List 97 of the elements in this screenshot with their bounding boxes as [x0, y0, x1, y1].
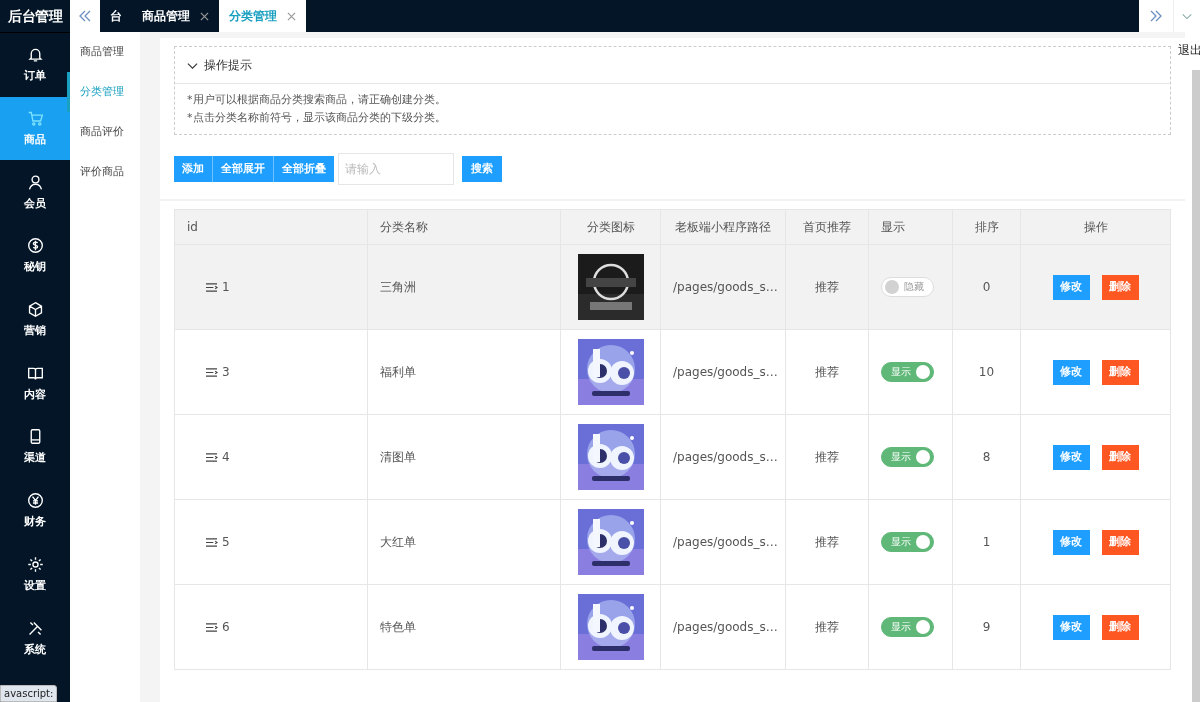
dollar-icon: [26, 237, 44, 255]
tip-text: *点击分类名称前符号，显示该商品分类的下级分类。: [187, 110, 447, 126]
delete-button[interactable]: 删除: [1101, 529, 1139, 555]
display-toggle[interactable]: 显示: [881, 447, 934, 467]
nav-item[interactable]: 商品: [0, 96, 70, 161]
double-chevron-left-icon: [78, 9, 92, 23]
edit-button[interactable]: 修改: [1052, 359, 1090, 385]
submenu-item[interactable]: 商品管理: [67, 32, 140, 72]
display-toggle[interactable]: 隐藏: [881, 277, 934, 297]
table-cell: 1: [982, 535, 991, 549]
table-cell: 福利单: [380, 364, 416, 379]
table-cell: 大红单: [380, 534, 416, 549]
close-icon[interactable]: [200, 11, 209, 21]
table-cell: 推荐: [815, 364, 839, 379]
column-header: id: [174, 209, 368, 245]
display-toggle[interactable]: 显示: [881, 617, 934, 637]
tree-toggle-icon[interactable]: [205, 621, 218, 633]
table-row[interactable]: 1 三角洲 /pages/goods_s… 推荐 隐藏 0 修改 删除: [174, 244, 1171, 330]
scroll-left-button[interactable]: [70, 0, 100, 32]
table-cell: /pages/goods_s…: [673, 450, 778, 464]
nav-item[interactable]: 会员: [0, 160, 70, 225]
tree-toggle-icon[interactable]: [205, 281, 218, 293]
table-cell: 5: [222, 535, 230, 549]
nav-item[interactable]: 秘钥: [0, 224, 70, 288]
table-cell: 清图单: [380, 449, 416, 464]
table-cell: 三角洲: [380, 279, 416, 294]
display-toggle[interactable]: 显示: [881, 532, 934, 552]
search-button[interactable]: 搜索: [462, 156, 502, 182]
table-cell: /pages/goods_s…: [673, 535, 778, 549]
tree-toggle-icon[interactable]: [205, 451, 218, 463]
tip-text: *用户可以根据商品分类搜索商品，请正确创建分类。: [187, 92, 447, 108]
column-header: 排序: [952, 209, 1021, 245]
table-cell: 推荐: [815, 534, 839, 549]
cube-icon: [26, 301, 44, 319]
table-cell: 9: [982, 620, 991, 634]
table-row[interactable]: 6 特色单 /pages/goods_s… 推荐 显示 9 修改 删除: [174, 584, 1171, 670]
delete-button[interactable]: 删除: [1101, 444, 1139, 470]
column-header: 显示: [868, 209, 953, 245]
toolbar-button[interactable]: 全部展开: [213, 156, 274, 182]
table-row[interactable]: 4 清图单 /pages/goods_s… 推荐 显示 8 修改 删除: [174, 414, 1171, 500]
nav-item[interactable]: 订单: [0, 33, 70, 97]
column-header: 分类名称: [367, 209, 561, 245]
nav-item[interactable]: 设置: [0, 542, 70, 607]
logout-link[interactable]: 退出: [1178, 42, 1200, 59]
column-header: 老板端小程序路径: [660, 209, 786, 245]
column-header: 操作: [1020, 209, 1171, 245]
table-cell: 6: [222, 620, 230, 634]
edit-button[interactable]: 修改: [1052, 444, 1090, 470]
tab[interactable]: 分类管理: [219, 0, 306, 32]
status-text: avascript:: [0, 685, 58, 702]
table-cell: 3: [222, 365, 230, 379]
column-header: 分类图标: [560, 209, 661, 245]
delete-button[interactable]: 删除: [1101, 274, 1139, 300]
table-cell: /pages/goods_s…: [673, 620, 778, 634]
tips-header[interactable]: 操作提示: [175, 47, 1170, 84]
submenu-item[interactable]: 商品评价: [67, 112, 140, 152]
table-cell: 8: [982, 450, 991, 464]
display-toggle[interactable]: 显示: [881, 362, 934, 382]
cart-icon: [26, 110, 44, 128]
submenu-item[interactable]: 评价商品: [67, 152, 140, 192]
table-cell: 1: [222, 280, 230, 294]
table-row[interactable]: 3 福利单 /pages/goods_s… 推荐 显示 10 修改 删除: [174, 329, 1171, 415]
scrollbar[interactable]: [1192, 70, 1200, 702]
delete-button[interactable]: 删除: [1101, 614, 1139, 640]
table-cell: 10: [978, 365, 995, 379]
nav-item[interactable]: 内容: [0, 351, 70, 416]
yen-icon: [26, 492, 44, 510]
nav-item[interactable]: 系统: [0, 606, 70, 670]
table-cell: /pages/goods_s…: [673, 365, 778, 379]
edit-button[interactable]: 修改: [1052, 274, 1090, 300]
bell-icon: [26, 46, 44, 64]
tab[interactable]: 台: [100, 0, 132, 32]
table-cell: 推荐: [815, 449, 839, 464]
nav-item[interactable]: 财务: [0, 478, 70, 543]
tree-toggle-icon[interactable]: [205, 366, 218, 378]
nav-item[interactable]: 渠道: [0, 415, 70, 479]
tab[interactable]: 商品管理: [132, 0, 219, 32]
table-cell: 4: [222, 450, 230, 464]
table-row[interactable]: 5 大红单 /pages/goods_s… 推荐 显示 1 修改 删除: [174, 499, 1171, 585]
double-chevron-right-icon: [1149, 9, 1163, 23]
edit-button[interactable]: 修改: [1052, 529, 1090, 555]
table-cell: 推荐: [815, 619, 839, 634]
delete-button[interactable]: 删除: [1101, 359, 1139, 385]
table-cell: 0: [982, 280, 991, 294]
close-icon[interactable]: [287, 11, 296, 21]
column-header: 首页推荐: [785, 209, 869, 245]
toolbar-button[interactable]: 添加: [174, 156, 213, 182]
table-cell: /pages/goods_s…: [673, 280, 778, 294]
edit-button[interactable]: 修改: [1052, 614, 1090, 640]
toolbar-button[interactable]: 全部折叠: [274, 156, 334, 182]
user-icon: [26, 173, 44, 191]
submenu-item[interactable]: 分类管理: [67, 72, 140, 112]
search-field[interactable]: 请输入: [338, 153, 454, 185]
tree-toggle-icon[interactable]: [205, 536, 218, 548]
nav-item[interactable]: 营销: [0, 287, 70, 352]
table-cell: 推荐: [815, 279, 839, 294]
table-cell: 特色单: [380, 619, 416, 634]
